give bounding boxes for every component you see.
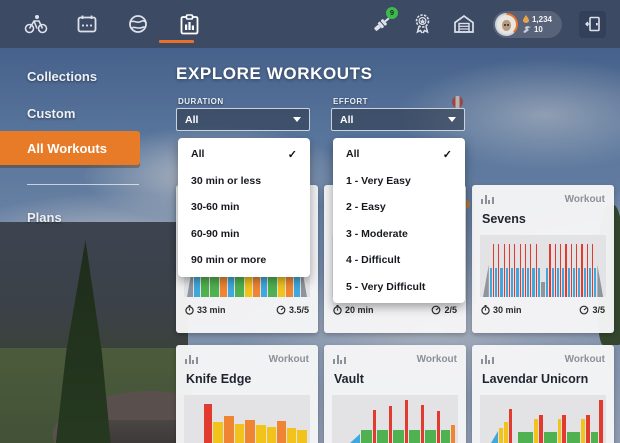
effort-select-value: All (340, 114, 353, 126)
duration-filter-label: DURATION (178, 97, 224, 106)
workout-profile-chart (184, 395, 310, 443)
page-title: EXPLORE WORKOUTS (176, 64, 373, 84)
card-rating: 2/5 (444, 305, 457, 315)
workout-profile-chart (332, 395, 458, 443)
effort-filter-label: EFFORT (333, 97, 368, 106)
sidebar-item-collections[interactable]: Collections (27, 69, 97, 84)
sidebar-item-all-workouts[interactable]: All Workouts (0, 131, 140, 165)
avatar (495, 13, 518, 36)
card-title: Knife Edge (186, 372, 251, 386)
workout-card[interactable]: Workout Knife Edge (176, 345, 318, 443)
card-type-label: Workout (565, 194, 605, 205)
level-icon (523, 26, 531, 33)
workout-profile-chart (480, 235, 606, 297)
card-type-label: Workout (269, 354, 309, 365)
sidebar-active-label: All Workouts (27, 141, 107, 156)
menu-item[interactable]: All✓ (178, 141, 310, 168)
card-title: Lavendar Unicorn (482, 372, 588, 386)
card-footer: 30 min 3/5 (481, 304, 605, 316)
workout-chart-icon (333, 354, 346, 364)
sidebar-divider (27, 184, 139, 185)
workouts-clipboard-icon[interactable] (177, 12, 201, 36)
checkmark-icon: ✓ (288, 148, 297, 161)
profile-pill[interactable]: 1,234 10 (493, 11, 562, 38)
trainer-pairing-icon[interactable]: 9 (370, 12, 394, 36)
card-header: Workout (185, 353, 309, 365)
workout-card[interactable]: Workout Lavendar Unicorn (472, 345, 614, 443)
workout-chart-icon (481, 354, 494, 364)
card-rating: 3/5 (592, 305, 605, 315)
menu-item[interactable]: 2 - Easy (333, 194, 465, 221)
sidebar-item-plans[interactable]: Plans (27, 210, 62, 225)
card-duration: 20 min (345, 305, 374, 315)
navbar-right-group: 9 1,234 10 (370, 11, 606, 38)
active-tab-underline (159, 40, 194, 43)
menu-item[interactable]: 1 - Very Easy (333, 168, 465, 195)
effort-select[interactable]: All (331, 108, 465, 131)
menu-item[interactable]: 3 - Moderate (333, 221, 465, 248)
drops-icon (523, 15, 529, 23)
card-duration: 30 min (493, 305, 522, 315)
card-title: Vault (334, 372, 364, 386)
workout-card[interactable]: Workout Sevens 30 min 3/5 (472, 185, 614, 333)
level-count: 10 (534, 25, 543, 34)
stopwatch-icon (481, 305, 490, 315)
home-ride-icon[interactable] (24, 12, 48, 36)
checkmark-icon: ✓ (443, 148, 452, 161)
stopwatch-icon (185, 305, 194, 315)
effort-dropdown-menu: All✓1 - Very Easy2 - Easy3 - Moderate4 -… (333, 138, 465, 303)
menu-item[interactable]: All✓ (333, 141, 465, 168)
card-header: Workout (333, 353, 457, 365)
top-navbar: 9 1,234 10 (0, 0, 620, 48)
garage-icon[interactable] (452, 12, 476, 36)
pairing-badge: 9 (386, 7, 398, 19)
stopwatch-icon (333, 305, 342, 315)
calendar-icon[interactable] (75, 12, 99, 36)
card-title: Sevens (482, 212, 526, 226)
card-footer: 33 min 3.5/5 (185, 304, 309, 316)
menu-item[interactable]: 90 min or more (178, 247, 310, 274)
achievements-medal-icon[interactable] (411, 12, 435, 36)
card-footer: 20 min 2/5 (333, 304, 457, 316)
menu-item[interactable]: 30 min or less (178, 168, 310, 195)
card-type-label: Workout (417, 354, 457, 365)
exit-button[interactable] (579, 11, 606, 38)
profile-stats: 1,234 10 (523, 15, 552, 34)
card-type-label: Workout (565, 354, 605, 365)
difficulty-gauge-icon (276, 305, 286, 315)
navbar-left-group (24, 12, 201, 36)
card-rating: 3.5/5 (289, 305, 309, 315)
menu-item[interactable]: 30-60 min (178, 194, 310, 221)
difficulty-gauge-icon (579, 305, 589, 315)
exit-door-icon (585, 16, 601, 32)
workout-chart-icon (185, 354, 198, 364)
difficulty-gauge-icon (431, 305, 441, 315)
card-header: Workout (481, 193, 605, 205)
chevron-down-icon (293, 117, 301, 122)
drops-count: 1,234 (532, 15, 552, 24)
menu-item[interactable]: 5 - Very Difficult (333, 274, 465, 301)
card-duration: 33 min (197, 305, 226, 315)
card-header: Workout (481, 353, 605, 365)
app-window: 9 1,234 10 (0, 0, 620, 443)
duration-dropdown-menu: All✓30 min or less30-60 min60-90 min90 m… (178, 138, 310, 277)
duration-select[interactable]: All (176, 108, 310, 131)
workout-profile-chart (480, 395, 606, 443)
chevron-down-icon (448, 117, 456, 122)
sidebar-item-custom[interactable]: Custom (27, 106, 75, 121)
world-globe-icon[interactable] (126, 12, 150, 36)
menu-item[interactable]: 4 - Difficult (333, 247, 465, 274)
menu-item[interactable]: 60-90 min (178, 221, 310, 248)
workout-chart-icon (481, 194, 494, 204)
workout-card[interactable]: Workout Vault (324, 345, 466, 443)
duration-select-value: All (185, 114, 198, 126)
